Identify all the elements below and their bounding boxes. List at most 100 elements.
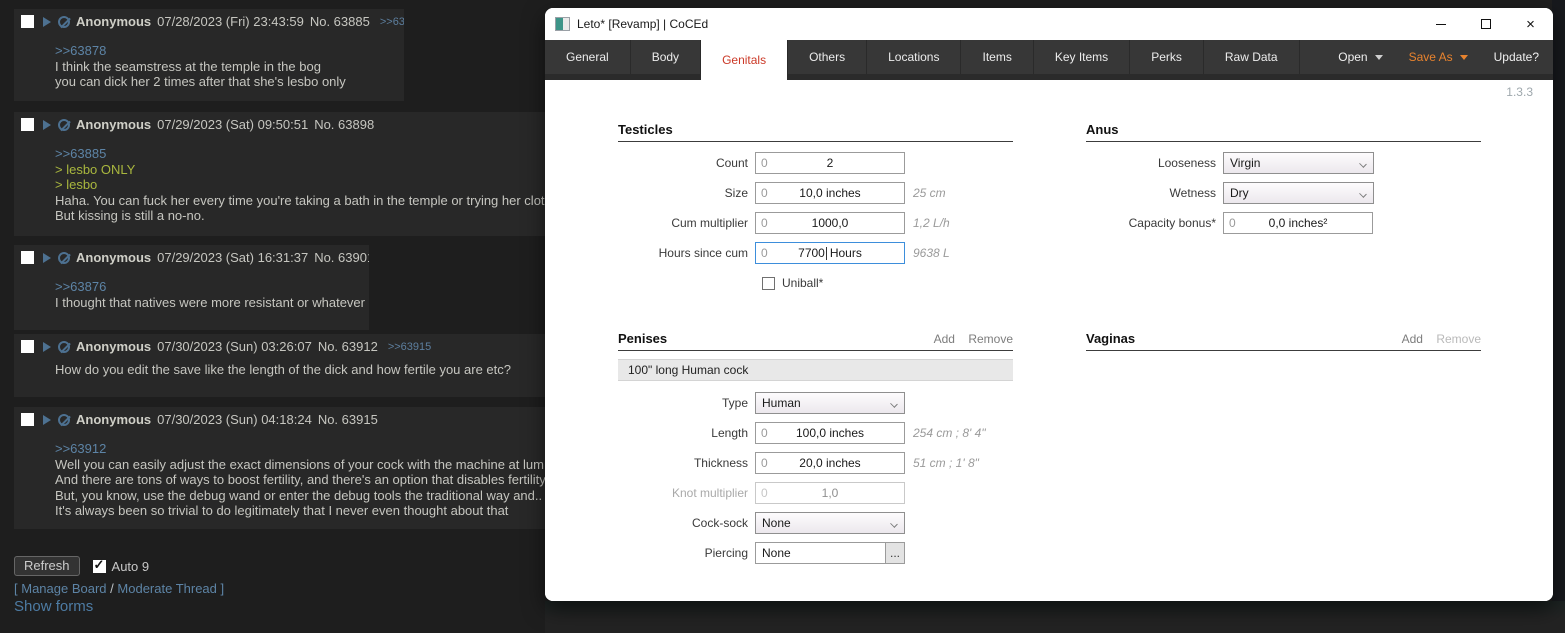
post-select-checkbox[interactable] [21, 340, 34, 353]
count-input[interactable]: 0 2 [755, 152, 905, 174]
type-row: Type Human [618, 392, 1013, 414]
tab-locations[interactable]: Locations [867, 40, 961, 74]
auto-refresh-checkbox[interactable]: ✓ [93, 560, 106, 573]
minimize-button[interactable] [1418, 8, 1463, 40]
wetness-row: Wetness Dry [1086, 182, 1481, 204]
hours-since-cum-input[interactable]: 0 7700 Hours [755, 242, 905, 264]
uniball-checkbox[interactable] [762, 277, 775, 290]
cum-multiplier-hint: 1,2 L/h [913, 216, 950, 230]
knot-multiplier-row: Knot multiplier 0 1,0 [618, 482, 1013, 504]
maximize-icon [1481, 19, 1491, 29]
update-button[interactable]: Update? [1494, 40, 1539, 74]
bracket: ] [221, 581, 225, 596]
chevron-down-icon [1375, 55, 1383, 60]
maximize-button[interactable] [1463, 8, 1508, 40]
vaginas-section: Vaginas Add Remove [1086, 331, 1481, 351]
post-author: Anonymous [76, 412, 151, 427]
tab-perks[interactable]: Perks [1130, 40, 1204, 74]
refresh-button[interactable]: Refresh [14, 556, 80, 576]
testicles-section: Testicles Count 0 2 Size 0 10,0 inches 2… [618, 122, 1013, 290]
post-number[interactable]: No. 63915 [318, 412, 378, 427]
no-bump-icon [58, 341, 70, 353]
post-collapse-icon[interactable] [43, 342, 51, 352]
post-select-checkbox[interactable] [21, 413, 34, 426]
cum-multiplier-input[interactable]: 0 1000,0 [755, 212, 905, 234]
section-title: Penises Add Remove [618, 331, 1013, 351]
moderate-thread-link[interactable]: Moderate Thread [117, 581, 217, 596]
tab-genitals[interactable]: Genitals [701, 40, 788, 80]
post-header: Anonymous 07/28/2023 (Fri) 23:43:59 No. … [14, 9, 404, 29]
wetness-select[interactable]: Dry [1223, 182, 1374, 204]
size-hint: 25 cm [913, 186, 946, 200]
post-collapse-icon[interactable] [43, 120, 51, 130]
open-menu[interactable]: Open [1338, 40, 1382, 74]
tab-key-items[interactable]: Key Items [1034, 40, 1130, 74]
post-author: Anonymous [76, 14, 151, 29]
length-hint: 254 cm ; 8' 4" [913, 426, 986, 440]
post-collapse-icon[interactable] [43, 415, 51, 425]
capacity-bonus-input[interactable]: 0 0,0 inches² [1223, 212, 1373, 234]
text-cursor [826, 247, 827, 260]
uniball-row: Uniball* [762, 276, 1013, 290]
post-collapse-icon[interactable] [43, 17, 51, 27]
length-input[interactable]: 0 100,0 inches [755, 422, 905, 444]
tab-items[interactable]: Items [961, 40, 1033, 74]
cum-multiplier-row: Cum multiplier 0 1000,0 1,2 L/h [618, 212, 1013, 234]
tab-general[interactable]: General [545, 40, 631, 74]
post-number[interactable]: No. 63885 [310, 14, 370, 29]
chevron-down-icon [890, 400, 898, 408]
penis-list-item[interactable]: 100" long Human cock [618, 359, 1013, 381]
post-number[interactable]: No. 63901 [314, 250, 369, 265]
piercing-browse-button[interactable]: ... [885, 542, 905, 564]
post-number[interactable]: No. 63912 [318, 339, 378, 354]
version-label: 1.3.3 [1506, 85, 1533, 99]
length-row: Length 0 100,0 inches 254 cm ; 8' 4" [618, 422, 1013, 444]
piercing-input[interactable]: None [755, 542, 885, 564]
window-title: Leto* [Revamp] | CoCEd [577, 17, 708, 31]
separator: / [110, 581, 114, 596]
post-datetime: 07/29/2023 (Sat) 09:50:51 [157, 117, 308, 132]
close-button[interactable]: × [1508, 8, 1553, 40]
no-bump-icon [58, 119, 70, 131]
section-title: Testicles [618, 122, 1013, 142]
no-bump-icon [58, 16, 70, 28]
post-datetime: 07/28/2023 (Fri) 23:43:59 [157, 14, 304, 29]
hours-since-cum-row: Hours since cum 0 7700 Hours 9638 L [618, 242, 1013, 264]
size-row: Size 0 10,0 inches 25 cm [618, 182, 1013, 204]
post-backlink[interactable]: >>63915 [388, 341, 431, 353]
remove-penis-button[interactable]: Remove [968, 332, 1013, 346]
post-text: you can dick her 2 times after that she'… [55, 74, 404, 90]
no-bump-icon [58, 252, 70, 264]
post-select-checkbox[interactable] [21, 118, 34, 131]
show-forms-link[interactable]: Show forms [14, 598, 224, 615]
tab-body[interactable]: Body [631, 40, 701, 74]
tab-others[interactable]: Others [788, 40, 867, 74]
post-select-checkbox[interactable] [21, 15, 34, 28]
add-penis-button[interactable]: Add [934, 332, 955, 346]
looseness-row: Looseness Virgin [1086, 152, 1481, 174]
add-vagina-button[interactable]: Add [1402, 332, 1423, 346]
post-collapse-icon[interactable] [43, 253, 51, 263]
minimize-icon [1436, 24, 1446, 25]
close-icon: × [1526, 17, 1535, 32]
manage-board-link[interactable]: Manage Board [21, 581, 106, 596]
title-bar[interactable]: Leto* [Revamp] | CoCEd × [545, 8, 1553, 40]
save-as-menu[interactable]: Save As [1409, 40, 1468, 74]
thickness-input[interactable]: 0 20,0 inches [755, 452, 905, 474]
size-input[interactable]: 0 10,0 inches [755, 182, 905, 204]
post-datetime: 07/30/2023 (Sun) 03:26:07 [157, 339, 312, 354]
penis-type-select[interactable]: Human [755, 392, 905, 414]
post-backlink[interactable]: >>63898 [380, 16, 404, 28]
quote-link[interactable]: >>63876 [55, 279, 369, 295]
cock-sock-select[interactable]: None [755, 512, 905, 534]
auto-refresh-label: Auto 9 [112, 559, 150, 574]
post-number[interactable]: No. 63898 [314, 117, 374, 132]
post-select-checkbox[interactable] [21, 251, 34, 264]
tab-raw-data[interactable]: Raw Data [1204, 40, 1300, 74]
remove-vagina-button: Remove [1436, 332, 1481, 346]
tab-bar-shadow [545, 74, 1553, 80]
looseness-select[interactable]: Virgin [1223, 152, 1374, 174]
piercing-row: Piercing None ... [618, 542, 1013, 564]
hours-since-cum-hint: 9638 L [913, 246, 950, 260]
quote-link[interactable]: >>63878 [55, 43, 404, 59]
